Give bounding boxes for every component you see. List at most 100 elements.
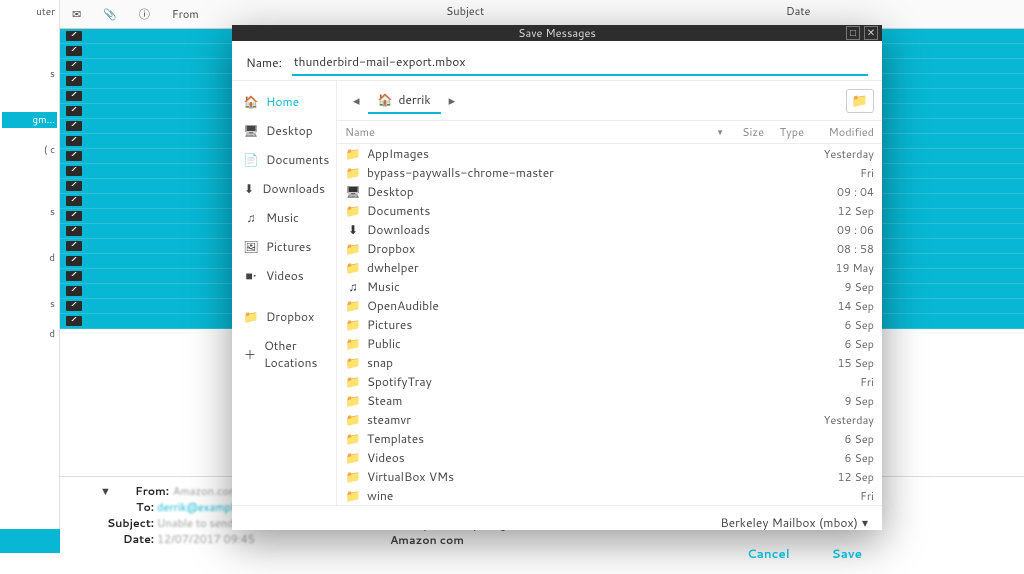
place-downloads[interactable]: ⬇Downloads: [232, 174, 336, 203]
file-row[interactable]: 📁AppImagesYesterday: [337, 144, 882, 163]
folder-item[interactable]: [2, 172, 57, 174]
folder-item[interactable]: [2, 96, 57, 98]
file-row[interactable]: ♫Music9 Sep: [337, 277, 882, 296]
col-subject[interactable]: Subject: [440, 0, 780, 28]
envelope-icon: [66, 46, 82, 56]
file-row[interactable]: 📁Public6 Sep: [337, 334, 882, 353]
place-music[interactable]: ♫Music: [232, 203, 336, 232]
envelope-icon: [66, 151, 82, 161]
place-dropbox[interactable]: 📁Dropbox: [232, 302, 336, 331]
file-modified: Fri: [804, 165, 874, 181]
col-type[interactable]: Type: [764, 124, 804, 140]
dialog-titlebar[interactable]: Save Messages □ ✕: [232, 25, 882, 41]
folder-item[interactable]: ( c: [2, 142, 57, 158]
folder-icon: 📁: [345, 392, 361, 409]
folder-item[interactable]: [2, 34, 57, 36]
place-icon: ■•: [244, 267, 258, 284]
place-label: Documents: [266, 151, 329, 168]
place-icon: 🖼: [244, 238, 258, 255]
bottom-bar: [0, 529, 60, 553]
nav-forward-icon[interactable]: ▸: [441, 88, 464, 114]
filename-input[interactable]: [292, 49, 868, 76]
format-select[interactable]: Berkeley Mailbox (mbox) ▾: [720, 514, 868, 531]
folder-item[interactable]: uter: [2, 4, 57, 20]
folder-item[interactable]: s: [2, 204, 57, 220]
cancel-button[interactable]: Cancel: [741, 541, 796, 566]
envelope-icon: [66, 196, 82, 206]
collapse-icon[interactable]: ▼: [100, 483, 111, 499]
file-list-columns[interactable]: Name ▼ Size Type Modified: [337, 120, 882, 144]
place-other-locations[interactable]: ＋Other Locations: [232, 331, 336, 377]
close-icon[interactable]: ✕: [864, 26, 878, 40]
folder-item[interactable]: s: [2, 66, 57, 82]
file-row[interactable]: 📁Documents12 Sep: [337, 201, 882, 220]
place-label: Home: [266, 93, 299, 110]
save-button[interactable]: Save: [826, 541, 868, 566]
envelope-icon: [66, 31, 82, 41]
folder-pane[interactable]: utersgm…( csdsd: [0, 0, 60, 553]
place-videos[interactable]: ■• Videos: [232, 261, 336, 290]
file-row[interactable]: 📁Templates6 Sep: [337, 429, 882, 448]
file-row[interactable]: 📁dwhelper19 May: [337, 258, 882, 277]
file-row[interactable]: 📁snap15 Sep: [337, 353, 882, 372]
folder-icon: 📁: [345, 202, 361, 219]
folder-icon: 📁: [345, 240, 361, 257]
folder-icon: 📁: [345, 259, 361, 276]
folder-icon: 📁: [345, 316, 361, 333]
place-icon: 📁: [244, 308, 258, 325]
folder-icon: ♫: [345, 278, 361, 295]
dialog-title: Save Messages: [518, 25, 596, 41]
folder-item[interactable]: [2, 188, 57, 190]
file-modified: 6 Sep: [804, 336, 874, 352]
file-row[interactable]: 📁Videos6 Sep: [337, 448, 882, 467]
folder-item[interactable]: d: [2, 250, 57, 266]
col-name[interactable]: Name: [345, 124, 375, 140]
file-row[interactable]: 📁Steam9 Sep: [337, 391, 882, 410]
attachment-icon: 📎: [97, 3, 123, 25]
place-icon: 🖥: [244, 122, 258, 139]
place-label: Videos: [266, 267, 304, 284]
sort-icon[interactable]: ▼: [716, 126, 724, 138]
file-modified: 9 Sep: [804, 393, 874, 409]
path-bar: ◂ 🏠 derrik ▸ 📁: [337, 81, 882, 120]
folder-icon: 📁: [345, 297, 361, 314]
file-row[interactable]: 📁SpotifyTrayFri: [337, 372, 882, 391]
place-home[interactable]: 🏠Home: [232, 87, 336, 116]
col-size[interactable]: Size: [724, 124, 764, 140]
breadcrumb[interactable]: 🏠 derrik: [368, 87, 441, 114]
envelope-icon: [66, 211, 82, 221]
folder-item[interactable]: [2, 50, 57, 52]
file-modified: 14 Sep: [804, 298, 874, 314]
nav-back-icon[interactable]: ◂: [345, 88, 368, 114]
col-modified[interactable]: Modified: [804, 124, 874, 140]
file-name: OpenAudible: [367, 297, 804, 314]
folder-item[interactable]: [2, 234, 57, 236]
place-documents[interactable]: 📄Documents: [232, 145, 336, 174]
envelope-icon: [66, 121, 82, 131]
file-row[interactable]: 🖥Desktop09 : 04: [337, 182, 882, 201]
file-row[interactable]: 📁VirtualBox VMs12 Sep: [337, 467, 882, 486]
folder-item[interactable]: gm…: [2, 112, 57, 128]
place-pictures[interactable]: 🖼Pictures: [232, 232, 336, 261]
col-from[interactable]: From: [166, 3, 205, 25]
place-icon: ⬇: [244, 180, 254, 197]
place-desktop[interactable]: 🖥Desktop: [232, 116, 336, 145]
to-value[interactable]: derrik@example: [157, 499, 240, 515]
file-row[interactable]: 📁steamvrYesterday: [337, 410, 882, 429]
file-list[interactable]: 📁AppImagesYesterday📁bypass-paywalls-chro…: [337, 144, 882, 505]
col-date[interactable]: Date: [780, 0, 1024, 28]
folder-item[interactable]: s: [2, 296, 57, 312]
new-folder-button[interactable]: 📁: [846, 89, 874, 113]
envelope-icon: [66, 271, 82, 281]
file-row[interactable]: 📁bypass-paywalls-chrome-masterFri: [337, 163, 882, 182]
file-row[interactable]: ⬇Downloads09 : 06: [337, 220, 882, 239]
file-row[interactable]: 📁 OpenAudible14 Sep: [337, 296, 882, 315]
file-name: AppImages: [367, 145, 804, 162]
maximize-icon[interactable]: □: [846, 26, 860, 40]
envelope-icon: [66, 106, 82, 116]
folder-item[interactable]: [2, 280, 57, 282]
folder-item[interactable]: d: [2, 326, 57, 342]
file-row[interactable]: 📁Pictures6 Sep: [337, 315, 882, 334]
file-row[interactable]: 📁Dropbox08 : 58: [337, 239, 882, 258]
file-row[interactable]: 📁wineFri: [337, 486, 882, 505]
